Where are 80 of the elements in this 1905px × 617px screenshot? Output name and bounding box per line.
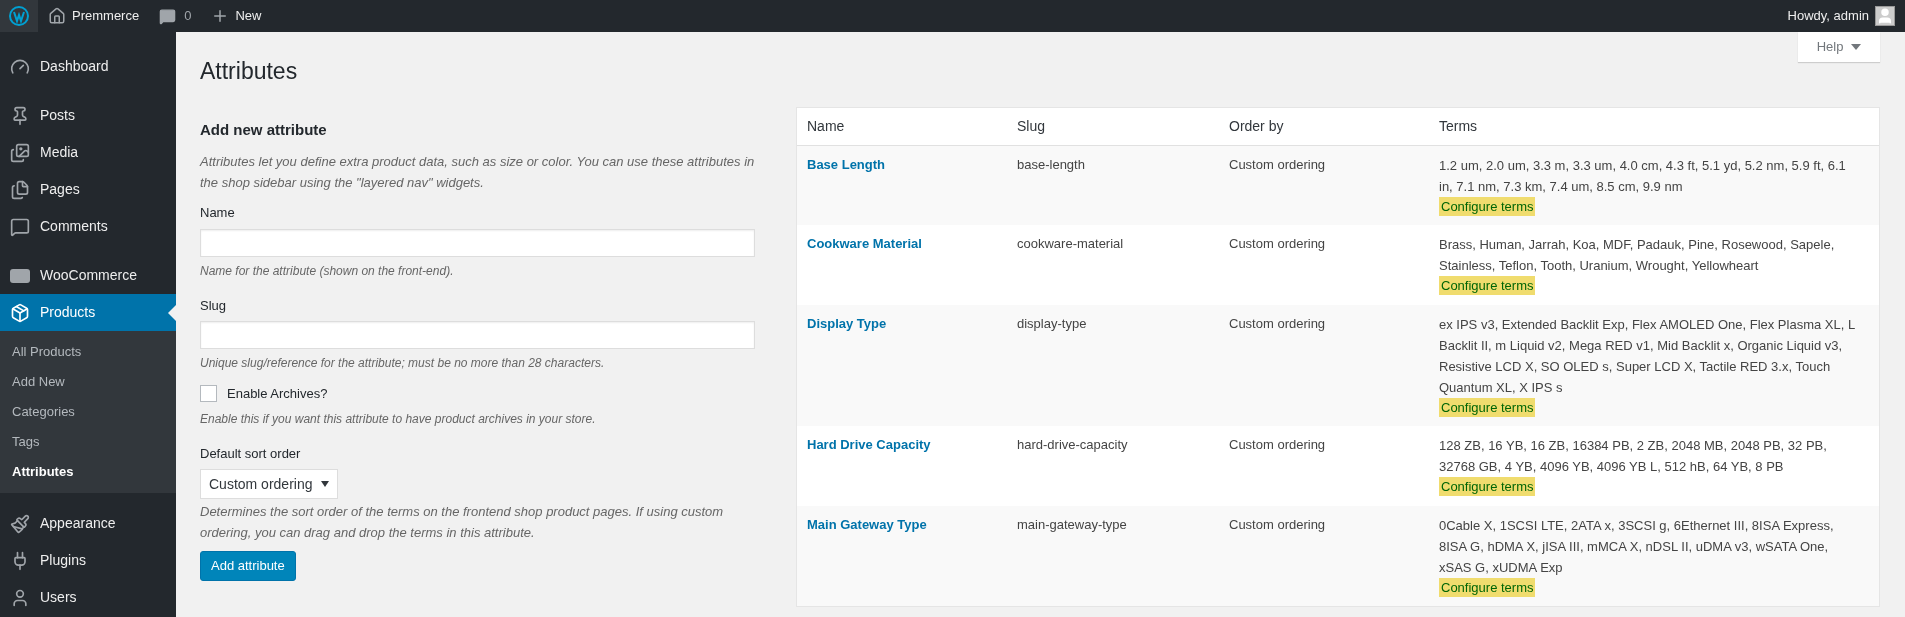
- media-icon: [10, 142, 30, 163]
- home-icon: [48, 7, 66, 25]
- caret-icon: [320, 481, 329, 487]
- configure-terms-link[interactable]: Configure terms: [1439, 276, 1536, 295]
- terms-list: 1.2 um, 2.0 um, 3.3 m, 3.3 um, 4.0 cm, 4.3 ft, 5.1 yd, 5.2 nm, 5.9 ft, 6.1 in, 7.1 nm, 7.3 km, 7.4 um, 8.5 cm, 9.9 nm: [1439, 154, 1863, 197]
- form-intro: Attributes let you define extra product data, such as size or color. You can use these attributes in the shop sidebar using the "layered nav" widgets.: [200, 153, 756, 192]
- checkbox-label: Enable Archives?: [227, 385, 328, 403]
- field-label: Name: [200, 204, 236, 222]
- archives-checkbox[interactable]: [200, 385, 217, 403]
- box-icon: [10, 302, 30, 323]
- table-cell-text: hard-drive-capacity: [1017, 436, 1129, 454]
- submenu-item[interactable]: Tags: [0, 427, 176, 457]
- field-label: Slug: [200, 296, 228, 315]
- sidebar-item[interactable]: WooCommerce: [0, 257, 176, 294]
- configure-terms-link[interactable]: Configure terms: [1439, 397, 1536, 417]
- attribute-name-link[interactable]: Cookware Material: [807, 234, 1017, 254]
- field-hint: Determines the sort order of the terms on the frontend shop product pages. If using custom ordering, you can drag and drop the terms in this attribute.: [200, 503, 725, 542]
- submenu-item[interactable]: All Products: [0, 337, 176, 367]
- comment-icon[interactable]: [159, 7, 177, 25]
- attribute-name-link[interactable]: Display Type: [807, 313, 1017, 333]
- column-header: Name: [807, 116, 846, 136]
- table-cell-text: Custom ordering: [1229, 314, 1327, 333]
- table-cell-text: Custom ordering: [1229, 155, 1327, 174]
- terms-list: Brass, Human, Jarrah, Koa, MDF, Padauk, Pine, Rosewood, Sapele, Stainless, Teflon, Tooth, Uranium, Wrought, Yellowheart: [1439, 234, 1863, 276]
- submenu-item[interactable]: Attributes: [0, 457, 176, 487]
- table-cell-text: base-length: [1017, 155, 1086, 174]
- sidebar-item[interactable]: Users: [0, 579, 176, 616]
- slug-input[interactable]: [200, 321, 755, 349]
- greeting-link[interactable]: Howdy, admin: [1787, 6, 1869, 26]
- field-hint: Enable this if you want this attribute to have product archives in your store.: [200, 410, 597, 428]
- table-cell-text: Custom ordering: [1229, 436, 1327, 454]
- sidebar-item[interactable]: Dashboard: [0, 48, 176, 85]
- sidebar-item[interactable]: Pages: [0, 171, 176, 208]
- terms-list: 0Cable X, 1SCSI LTE, 2ATA x, 3SCSI g, 6Ethernet III, 8ISA Express, 8ISA G, hDMA X, jISA III, mMCA X, nDSL II, uDMA v3, wSATA One, xSAS G, xUDMA Exp: [1439, 514, 1863, 578]
- column-header: Terms: [1439, 116, 1479, 136]
- configure-terms-link[interactable]: Configure terms: [1439, 477, 1536, 496]
- sidebar-item[interactable]: Plugins: [0, 542, 176, 579]
- wordpress-logo-icon[interactable]: [9, 6, 29, 26]
- comments-count[interactable]: 0: [184, 6, 192, 26]
- attribute-name-link[interactable]: Hard Drive Capacity: [807, 435, 1017, 455]
- attribute-name-link[interactable]: Main Gateway Type: [807, 514, 1017, 534]
- submenu-item[interactable]: Categories: [0, 397, 176, 427]
- page-title: Attributes: [200, 57, 298, 86]
- sidebar-item[interactable]: Comments: [0, 208, 176, 245]
- help-button[interactable]: Help: [1798, 32, 1880, 62]
- field-label: Default sort order: [200, 444, 302, 463]
- pages-icon: [10, 179, 30, 200]
- new-link[interactable]: New: [235, 6, 262, 26]
- sidebar-item[interactable]: Posts: [0, 97, 176, 134]
- column-header: Slug: [1017, 116, 1047, 136]
- sort-order-select[interactable]: Custom ordering: [200, 469, 338, 499]
- pin-icon: [10, 105, 30, 126]
- field-hint: Name for the attribute (shown on the front-end).: [200, 262, 455, 280]
- table-cell-text: cookware-material: [1017, 235, 1125, 253]
- table-cell-text: Custom ordering: [1229, 235, 1327, 253]
- table-cell-text: Custom ordering: [1229, 515, 1327, 534]
- column-header: Order by: [1229, 116, 1285, 136]
- paintbrush-icon: [10, 513, 30, 534]
- caret-icon: [1851, 44, 1862, 50]
- speech-bubble-icon: [10, 216, 30, 237]
- sidebar-item[interactable]: Appearance: [0, 505, 176, 542]
- attribute-name-link[interactable]: Base Length: [807, 154, 1017, 174]
- terms-list: 128 ZB, 16 YB, 16 ZB, 16384 PB, 2 ZB, 2048 MB, 2048 PB, 32 PB, 32768 GB, 4 YB, 4096 YB, 4096 YB L, 512 hB, 64 YB, 8 PB: [1439, 435, 1863, 477]
- add-attribute-button[interactable]: Add attribute: [200, 551, 296, 581]
- user-icon: [10, 587, 30, 608]
- configure-terms-link[interactable]: Configure terms: [1439, 577, 1536, 597]
- table-cell-text: main-gateway-type: [1017, 515, 1128, 534]
- field-hint: Unique slug/reference for the attribute; must be no more than 28 characters.: [200, 355, 606, 372]
- terms-list: ex IPS v3, Extended Backlit Exp, Flex AMOLED One, Flex Plasma XL, L Backlit II, m Liquid v2, Mega RED v1, Mid Backlit x, Organic Liquid v3, Resistive LCD X, SO OLED s, Super LCD X, Tactile RED 3.x, Touch Quantum XL, X IPS s: [1439, 313, 1863, 398]
- form-title: Add new attribute: [200, 119, 328, 140]
- woo-icon: [10, 268, 30, 283]
- avatar-icon[interactable]: [1875, 6, 1895, 26]
- sidebar-item[interactable]: Media: [0, 134, 176, 171]
- table-cell-text: display-type: [1017, 314, 1088, 333]
- name-input[interactable]: [200, 228, 755, 257]
- site-name-link[interactable]: Premmerce: [72, 6, 140, 26]
- submenu-item[interactable]: Add New: [0, 367, 176, 397]
- sidebar-item[interactable]: Products: [0, 294, 176, 331]
- configure-terms-link[interactable]: Configure terms: [1439, 196, 1536, 216]
- menu-pointer-icon: [168, 305, 176, 321]
